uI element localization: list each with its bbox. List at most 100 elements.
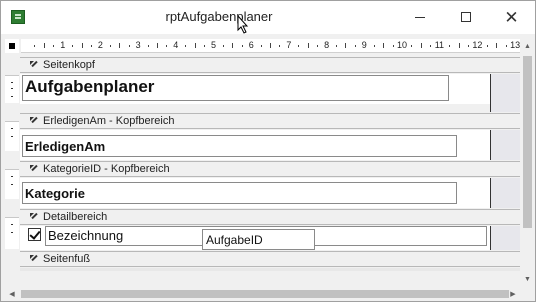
ruler-number: 4 — [173, 40, 179, 50]
page-header-body[interactable]: Aufgabenplaner — [20, 74, 490, 104]
ruler-tick — [411, 45, 413, 47]
kategorie-header-body[interactable]: Kategorie — [20, 178, 490, 208]
title-bar[interactable]: rptAufgabenplaner ✕ — [1, 1, 535, 34]
ruler-tick — [392, 45, 394, 47]
ruler-tick — [458, 43, 460, 48]
scroll-right-icon[interactable]: ▶ — [506, 287, 520, 301]
ruler-number: 3 — [135, 40, 141, 50]
ruler-tick — [109, 45, 111, 47]
size-grip[interactable] — [520, 287, 535, 301]
section-arrow-icon — [30, 61, 39, 70]
ruler-tick — [430, 45, 432, 47]
ruler-tick — [222, 45, 224, 47]
design-surface: Seitenkopf Aufgabenplaner ErledigenAm - … — [20, 57, 520, 271]
ruler-tick — [90, 45, 92, 47]
ruler-tick — [204, 45, 206, 47]
page-header-gray — [490, 74, 520, 112]
maximize-button[interactable] — [443, 1, 488, 33]
ruler-tick — [156, 43, 158, 48]
ruler-tick — [185, 45, 187, 47]
section-bar-page-header[interactable]: Seitenkopf — [20, 57, 520, 73]
section-arrow-icon — [30, 165, 39, 174]
report-selector-box[interactable] — [5, 39, 19, 53]
section-label: Seitenkopf — [43, 59, 95, 71]
section-bar-detail[interactable]: Detailbereich — [20, 209, 520, 225]
horizontal-ruler[interactable]: 1 2 3 4 5 6 7 8 9 10 11 12 13 — [21, 39, 521, 53]
detail-body[interactable]: Bezeichnung AufgabeID — [20, 226, 490, 250]
ruler-number: 11 — [434, 40, 445, 50]
section-bar-page-footer[interactable]: Seitenfuß — [20, 251, 520, 267]
scroll-down-icon[interactable]: ▼ — [520, 272, 535, 287]
erledigt-checkbox[interactable] — [28, 228, 41, 241]
maximize-icon — [460, 12, 471, 22]
ruler-number: 1 — [60, 40, 66, 50]
section-bar-erledigen-header[interactable]: ErledigenAm - Kopfbereich — [20, 113, 520, 129]
report-title-label[interactable]: Aufgabenplaner — [22, 75, 449, 101]
ruler-number: 13 — [510, 40, 521, 50]
horizontal-scrollbar[interactable]: ◀ ▶ — [5, 287, 520, 301]
ruler-tick — [232, 43, 234, 48]
ruler-tick — [260, 45, 262, 47]
section-arrow-icon — [30, 117, 39, 126]
ruler-tick — [467, 45, 469, 47]
page-footer-body[interactable] — [20, 268, 520, 271]
close-button[interactable]: ✕ — [489, 1, 534, 33]
ruler-tick — [43, 43, 45, 48]
section-label: Seitenfuß — [43, 253, 91, 265]
ruler-tick — [128, 45, 130, 47]
ruler-number: 10 — [397, 40, 408, 50]
ruler-number: 8 — [324, 40, 330, 50]
scroll-left-icon[interactable]: ◀ — [5, 287, 19, 301]
horizontal-scroll-thumb[interactable] — [21, 290, 509, 298]
window-title: rptAufgabenplaner — [165, 9, 273, 24]
kategorie-textbox[interactable]: Kategorie — [22, 182, 457, 204]
vruler-seg-page-header — [5, 75, 19, 103]
detail-gray — [490, 226, 520, 250]
ruler-tick — [279, 45, 281, 47]
vertical-ruler[interactable] — [5, 57, 19, 271]
ruler-number: 5 — [211, 40, 217, 50]
close-icon: ✕ — [504, 7, 519, 27]
mouse-cursor-icon — [237, 15, 249, 34]
vertical-scrollbar[interactable]: ▲ ▼ — [520, 39, 535, 287]
ruler-tick — [241, 45, 243, 47]
ruler-tick — [449, 45, 451, 47]
ruler-tick — [354, 45, 356, 47]
ruler-number: 12 — [472, 40, 483, 50]
scroll-up-icon[interactable]: ▲ — [520, 39, 535, 54]
ruler-tick — [317, 45, 319, 47]
vruler-seg-erledigen — [5, 121, 19, 151]
section-label: Detailbereich — [43, 211, 108, 223]
ruler-tick — [53, 45, 55, 47]
kategorie-header-gray — [490, 178, 520, 208]
ruler-tick — [505, 45, 507, 47]
ruler-number: 6 — [248, 40, 254, 50]
ruler-tick — [270, 43, 272, 48]
ruler-number: 2 — [97, 40, 103, 50]
ruler-tick — [373, 45, 375, 47]
minimize-button[interactable] — [397, 1, 442, 33]
ruler-tick — [72, 45, 74, 47]
ruler-tick — [345, 43, 347, 48]
minimize-icon — [414, 16, 425, 18]
report-design-window: rptAufgabenplaner ✕ 1 2 3 4 5 6 7 8 9 10 11 12 13 Se… — [0, 0, 536, 302]
ruler-tick — [486, 45, 488, 47]
ruler-tick — [307, 43, 309, 48]
ruler-tick — [34, 45, 36, 47]
section-label: KategorieID - Kopfbereich — [43, 163, 170, 175]
erledigen-header-body[interactable]: ErledigenAm — [20, 130, 490, 160]
section-arrow-icon — [30, 213, 39, 222]
ruler-tick — [147, 45, 149, 47]
erledigen-header-gray — [490, 130, 520, 160]
ruler-tick — [298, 45, 300, 47]
ruler-number: 7 — [286, 40, 292, 50]
ruler-tick — [383, 43, 385, 48]
ruler-tick — [166, 45, 168, 47]
aufgabe-id-textbox[interactable]: AufgabeID — [202, 229, 315, 250]
section-bar-kategorie-header[interactable]: KategorieID - Kopfbereich — [20, 161, 520, 177]
vertical-scroll-thumb[interactable] — [523, 56, 532, 228]
ruler-tick — [194, 43, 196, 48]
ruler-tick — [81, 43, 83, 48]
vruler-seg-detail — [5, 217, 19, 249]
erledigen-am-textbox[interactable]: ErledigenAm — [22, 135, 457, 157]
